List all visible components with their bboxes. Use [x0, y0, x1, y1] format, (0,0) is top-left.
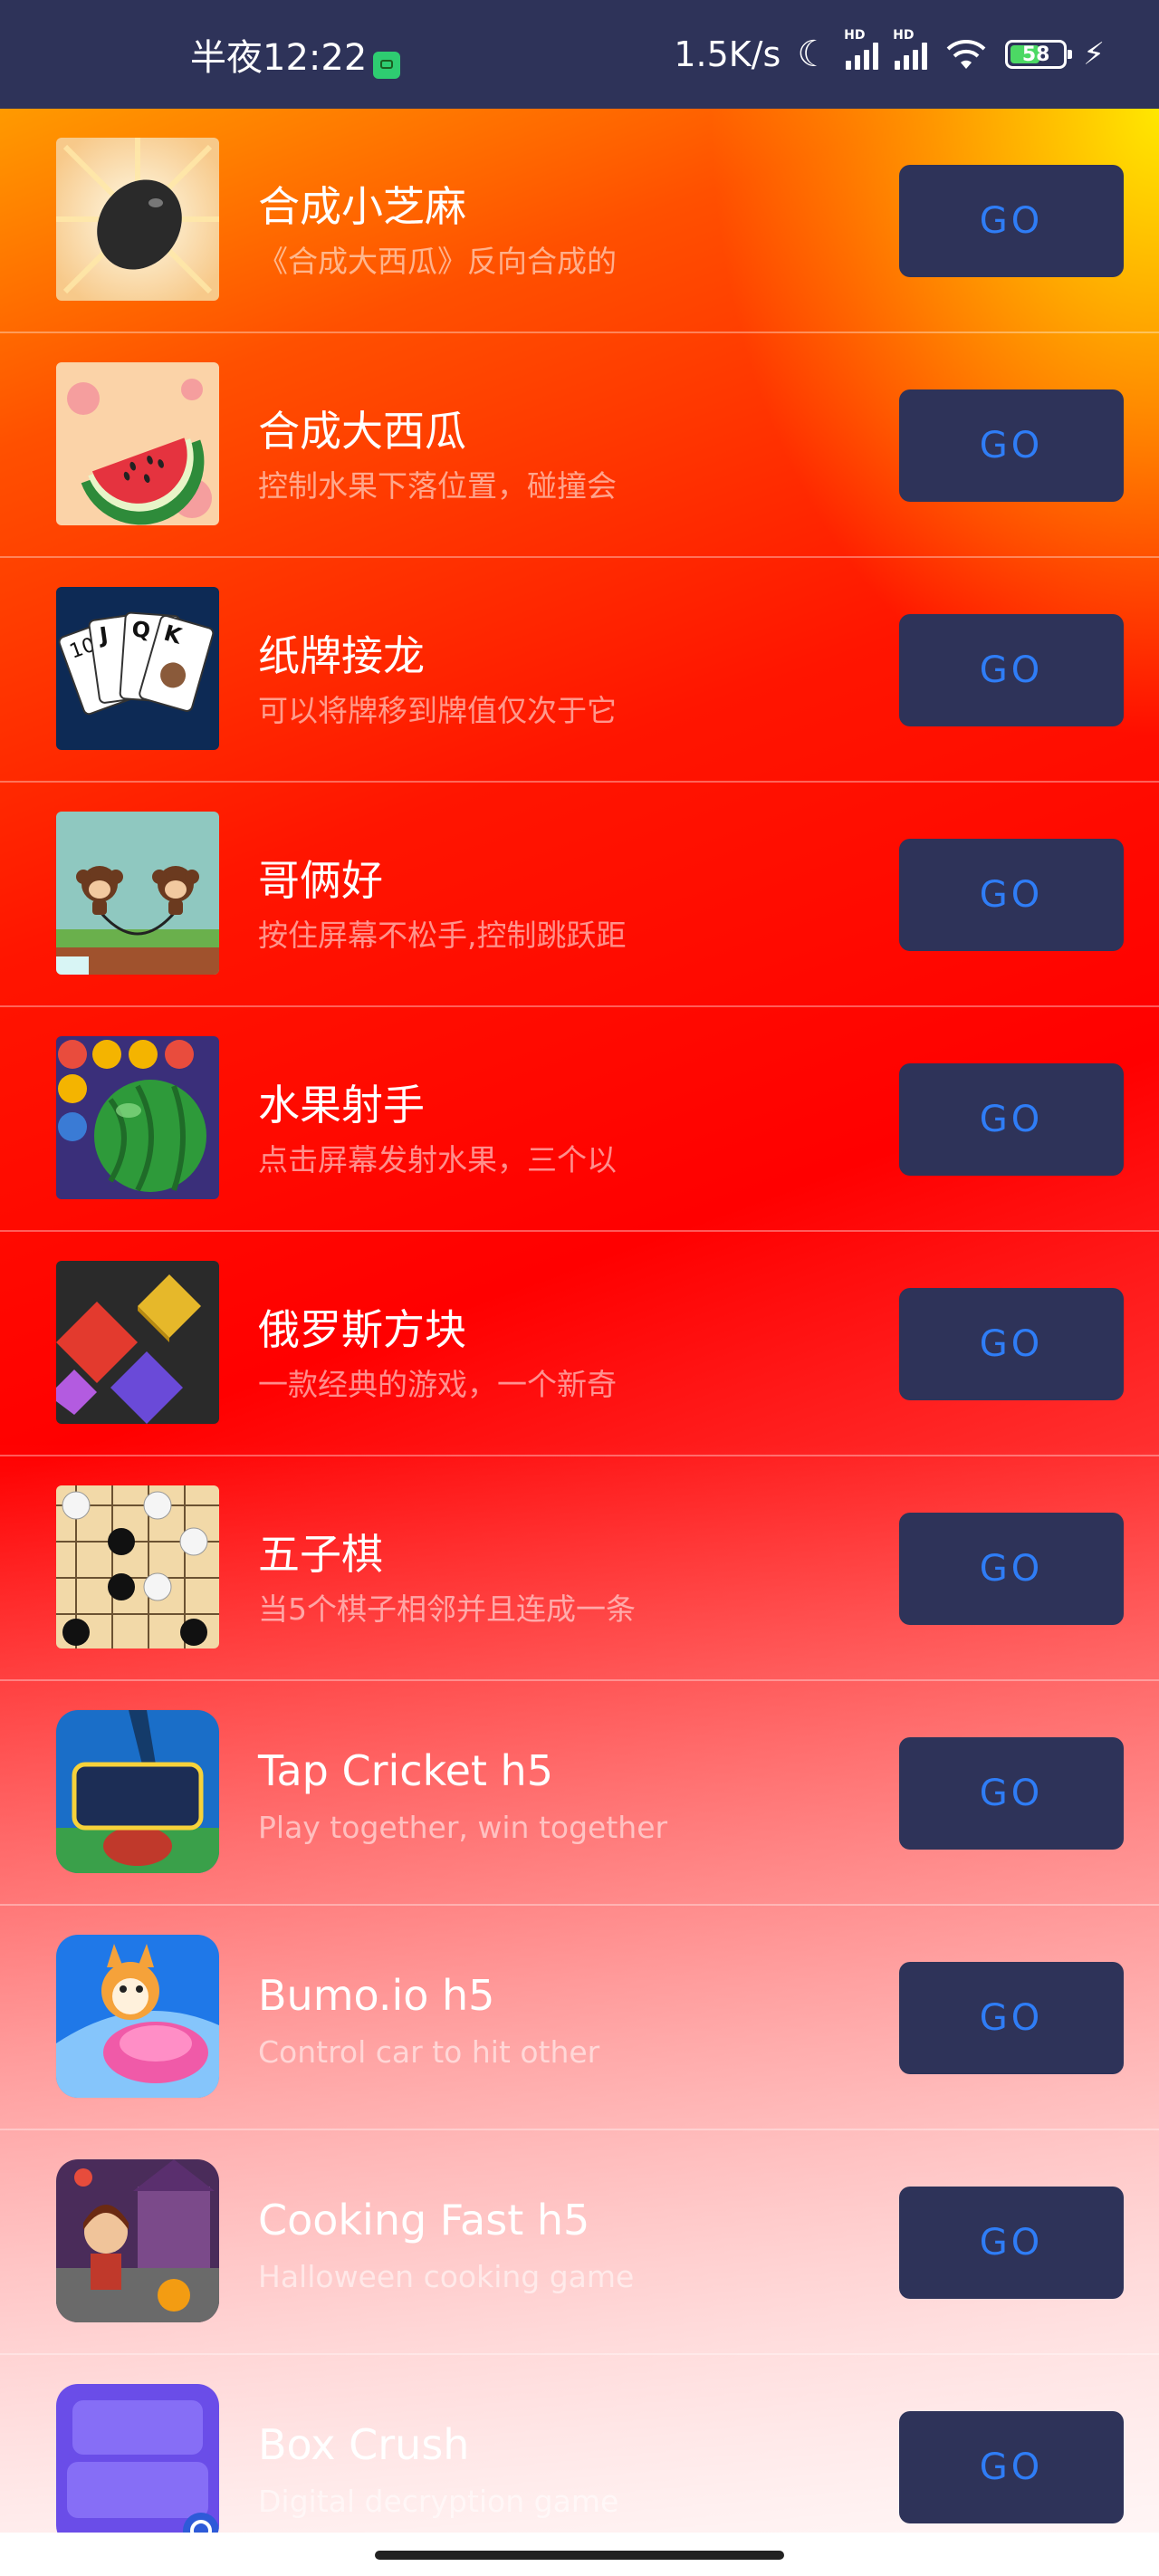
go-button[interactable]: GO: [899, 614, 1124, 726]
cards-icon: 10 J Q K: [56, 587, 219, 750]
signal-icon-2: HD: [893, 28, 928, 70]
list-item[interactable]: 俄罗斯方块 一款经典的游戏，一个新奇 GO: [0, 1232, 1159, 1456]
go-button[interactable]: GO: [899, 1737, 1124, 1850]
status-time: 半夜12:22: [190, 37, 368, 79]
status-right: 1.5K/s ☾ HD HD 58 ⚡: [674, 28, 1105, 75]
go-button[interactable]: GO: [899, 839, 1124, 951]
signal-icon: HD: [844, 28, 879, 70]
battery-icon: 58: [1005, 40, 1073, 69]
game-description: Play together, win together: [258, 1810, 668, 1845]
list-item[interactable]: Cooking Fast h5 Halloween cooking game G…: [0, 2130, 1159, 2355]
bumo-car-icon: [56, 1935, 219, 2098]
list-item[interactable]: Box Crush Digital decryption game GO: [0, 2355, 1159, 2533]
watermelon-icon: [56, 362, 219, 525]
charging-bolt-icon: ⚡: [1083, 36, 1105, 72]
game-title: 合成小芝麻: [258, 182, 466, 231]
game-title: 合成大西瓜: [258, 407, 466, 456]
gomoku-board-icon: [56, 1485, 219, 1648]
game-description: 《合成大西瓜》反向合成的: [258, 244, 617, 279]
hd-label: HD: [844, 28, 866, 43]
moon-icon: ☾: [797, 34, 830, 75]
tetris-blocks-icon: [56, 1261, 219, 1424]
game-title: 俄罗斯方块: [258, 1305, 466, 1354]
game-description: 按住屏幕不松手,控制跳跃距: [258, 918, 627, 953]
list-item[interactable]: 合成小芝麻 《合成大西瓜》反向合成的 GO: [0, 109, 1159, 333]
game-title: 纸牌接龙: [258, 631, 425, 680]
wifi-icon: [946, 40, 986, 69]
game-title: Tap Cricket h5: [258, 1746, 553, 1795]
go-button[interactable]: GO: [899, 1962, 1124, 2074]
game-title: 五子棋: [258, 1530, 383, 1579]
list-item[interactable]: 哥俩好 按住屏幕不松手,控制跳跃距 GO: [0, 783, 1159, 1007]
game-description: 点击屏幕发射水果，三个以: [258, 1142, 617, 1177]
game-description: 可以将牌移到牌值仅次于它: [258, 693, 617, 728]
list-item[interactable]: 10 J Q K 纸牌接龙 可以将牌移到牌值仅次于它 GO: [0, 558, 1159, 783]
status-bar: 半夜12:22 1.5K/s ☾ HD HD 58 ⚡: [0, 0, 1159, 109]
battery-level: 58: [1021, 43, 1050, 66]
game-title: Box Crush: [258, 2420, 470, 2469]
tap-cricket-icon: [56, 1710, 219, 1873]
game-description: Halloween cooking game: [258, 2259, 635, 2294]
monkeys-icon: [56, 812, 219, 975]
hd-label-2: HD: [893, 28, 915, 43]
go-button[interactable]: GO: [899, 165, 1124, 277]
svg-text:Q: Q: [131, 617, 151, 643]
list-item[interactable]: Bumo.io h5 Control car to hit other GO: [0, 1906, 1159, 2130]
box-crush-icon: [56, 2384, 219, 2533]
game-title: 哥俩好: [258, 856, 383, 905]
list-item[interactable]: 合成大西瓜 控制水果下落位置，碰撞会 GO: [0, 333, 1159, 558]
list-item[interactable]: 五子棋 当5个棋子相邻并且连成一条 GO: [0, 1456, 1159, 1681]
go-button[interactable]: GO: [899, 1288, 1124, 1400]
game-description: 一款经典的游戏，一个新奇: [258, 1367, 617, 1402]
sesame-icon: [56, 138, 219, 301]
game-title: 水果射手: [258, 1081, 425, 1129]
go-button[interactable]: GO: [899, 1063, 1124, 1176]
game-title: Cooking Fast h5: [258, 2196, 590, 2244]
game-description: 控制水果下落位置，碰撞会: [258, 468, 617, 504]
game-title: Bumo.io h5: [258, 1971, 495, 2020]
game-description: Digital decryption game: [258, 2484, 619, 2519]
home-indicator[interactable]: [375, 2551, 784, 2560]
go-button[interactable]: GO: [899, 389, 1124, 502]
game-description: 当5个棋子相邻并且连成一条: [258, 1591, 636, 1627]
fruit-shooter-icon: [56, 1036, 219, 1199]
game-description: Control car to hit other: [258, 2034, 600, 2070]
list-item[interactable]: Tap Cricket h5 Play together, win togeth…: [0, 1681, 1159, 1906]
app-notification-icon: [373, 52, 400, 79]
go-button[interactable]: GO: [899, 2411, 1124, 2523]
list-item[interactable]: 水果射手 点击屏幕发射水果，三个以 GO: [0, 1007, 1159, 1232]
cooking-fast-icon: [56, 2159, 219, 2322]
network-speed: 1.5K/s: [674, 34, 781, 74]
go-button[interactable]: GO: [899, 2187, 1124, 2299]
go-button[interactable]: GO: [899, 1513, 1124, 1625]
game-list: 合成小芝麻 《合成大西瓜》反向合成的 GO 合成大西瓜 控制水果下落位置，碰撞会…: [0, 109, 1159, 2533]
